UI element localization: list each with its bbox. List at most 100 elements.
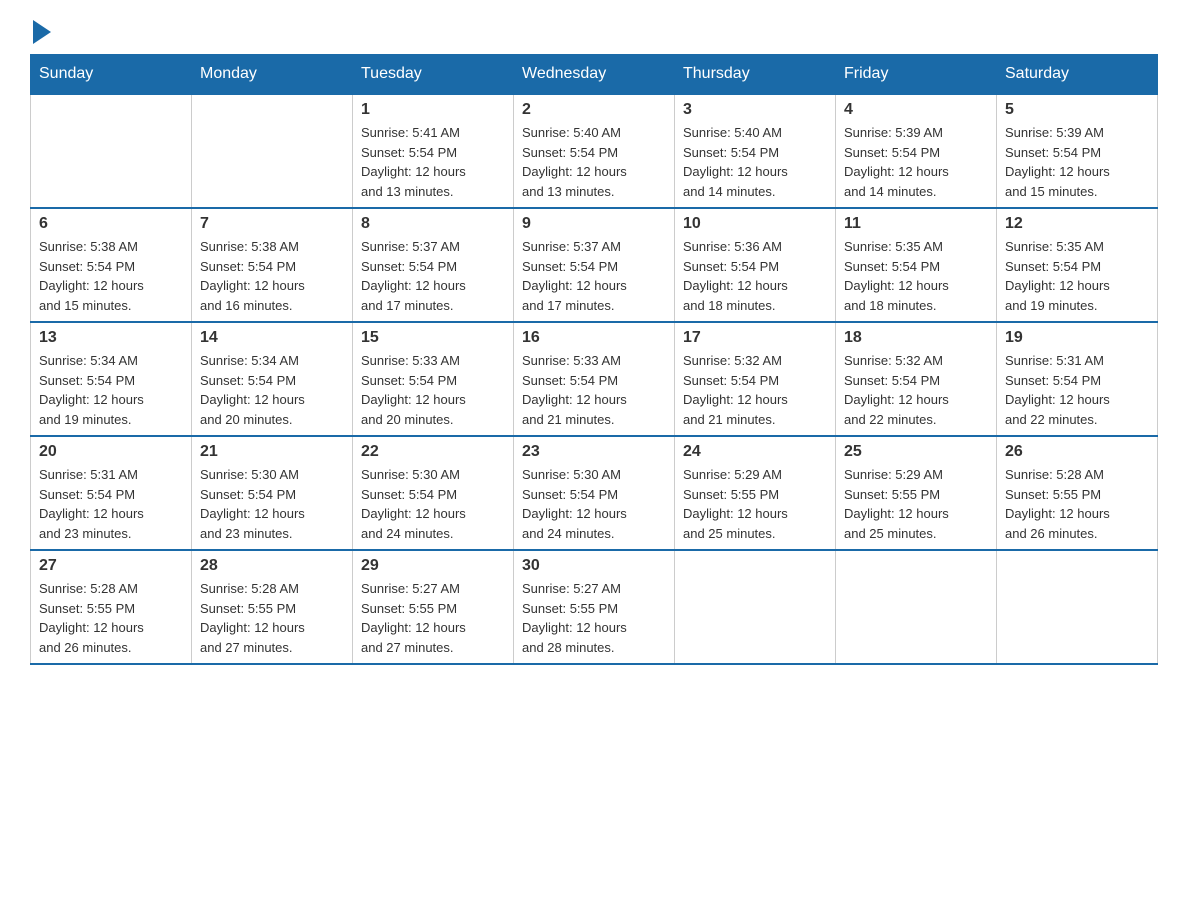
calendar-cell: 26 Sunrise: 5:28 AM Sunset: 5:55 PM Dayli… [997, 436, 1158, 550]
weekday-header-thursday: Thursday [675, 55, 836, 95]
calendar-cell [192, 94, 353, 208]
calendar-cell: 9 Sunrise: 5:37 AM Sunset: 5:54 PM Daylig… [514, 208, 675, 322]
calendar-cell: 23 Sunrise: 5:30 AM Sunset: 5:54 PM Dayli… [514, 436, 675, 550]
day-info: Sunrise: 5:38 AM Sunset: 5:54 PM Dayligh… [39, 237, 183, 315]
calendar-cell: 6 Sunrise: 5:38 AM Sunset: 5:54 PM Daylig… [31, 208, 192, 322]
logo-triangle-icon [33, 20, 51, 44]
calendar-week-row: 6 Sunrise: 5:38 AM Sunset: 5:54 PM Daylig… [31, 208, 1158, 322]
calendar-cell: 16 Sunrise: 5:33 AM Sunset: 5:54 PM Dayli… [514, 322, 675, 436]
day-number: 1 [361, 101, 505, 119]
day-number: 25 [844, 443, 988, 461]
day-number: 16 [522, 329, 666, 347]
day-info: Sunrise: 5:40 AM Sunset: 5:54 PM Dayligh… [683, 123, 827, 201]
day-number: 29 [361, 557, 505, 575]
calendar-cell: 18Sunrise: 5:32 AM Sunset: 5:54 PM Dayli… [836, 322, 997, 436]
day-info: Sunrise: 5:29 AM Sunset: 5:55 PM Dayligh… [683, 465, 827, 543]
day-info: Sunrise: 5:31 AM Sunset: 5:54 PM Dayligh… [1005, 351, 1149, 429]
calendar-cell: 30Sunrise: 5:27 AM Sunset: 5:55 PM Dayli… [514, 550, 675, 664]
calendar-cell: 17Sunrise: 5:32 AM Sunset: 5:54 PM Dayli… [675, 322, 836, 436]
day-number: 8 [361, 215, 505, 233]
day-info: Sunrise: 5:37 AM Sunset: 5:54 PM Dayligh… [522, 237, 666, 315]
day-info: Sunrise: 5:29 AM Sunset: 5:55 PM Dayligh… [844, 465, 988, 543]
calendar-cell [675, 550, 836, 664]
day-number: 4 [844, 101, 988, 119]
calendar-week-row: 1 Sunrise: 5:41 AM Sunset: 5:54 PM Daylig… [31, 94, 1158, 208]
day-number: 5 [1005, 101, 1149, 119]
day-info: Sunrise: 5:31 AM Sunset: 5:54 PM Dayligh… [39, 465, 183, 543]
day-number: 11 [844, 215, 988, 233]
calendar-cell: 4 Sunrise: 5:39 AM Sunset: 5:54 PM Daylig… [836, 94, 997, 208]
day-info: Sunrise: 5:30 AM Sunset: 5:54 PM Dayligh… [361, 465, 505, 543]
day-number: 21 [200, 443, 344, 461]
day-info: Sunrise: 5:35 AM Sunset: 5:54 PM Dayligh… [1005, 237, 1149, 315]
calendar-cell: 27 Sunrise: 5:28 AM Sunset: 5:55 PM Dayli… [31, 550, 192, 664]
calendar-cell [836, 550, 997, 664]
calendar-cell: 3 Sunrise: 5:40 AM Sunset: 5:54 PM Daylig… [675, 94, 836, 208]
calendar-cell: 22 Sunrise: 5:30 AM Sunset: 5:54 PM Dayli… [353, 436, 514, 550]
day-info: Sunrise: 5:37 AM Sunset: 5:54 PM Dayligh… [361, 237, 505, 315]
weekday-header-sunday: Sunday [31, 55, 192, 95]
calendar-cell [997, 550, 1158, 664]
day-info: Sunrise: 5:41 AM Sunset: 5:54 PM Dayligh… [361, 123, 505, 201]
calendar-table: SundayMondayTuesdayWednesdayThursdayFrid… [30, 54, 1158, 665]
day-info: Sunrise: 5:28 AM Sunset: 5:55 PM Dayligh… [39, 579, 183, 657]
calendar-cell: 25 Sunrise: 5:29 AM Sunset: 5:55 PM Dayli… [836, 436, 997, 550]
day-info: Sunrise: 5:30 AM Sunset: 5:54 PM Dayligh… [200, 465, 344, 543]
page-header [30, 20, 1158, 44]
day-info: Sunrise: 5:38 AM Sunset: 5:54 PM Dayligh… [200, 237, 344, 315]
calendar-cell: 14 Sunrise: 5:34 AM Sunset: 5:54 PM Dayli… [192, 322, 353, 436]
weekday-header-row: SundayMondayTuesdayWednesdayThursdayFrid… [31, 55, 1158, 95]
day-number: 2 [522, 101, 666, 119]
day-number: 15 [361, 329, 505, 347]
day-number: 26 [1005, 443, 1149, 461]
day-info: Sunrise: 5:39 AM Sunset: 5:54 PM Dayligh… [844, 123, 988, 201]
day-number: 3 [683, 101, 827, 119]
day-number: 13 [39, 329, 183, 347]
calendar-cell: 28 Sunrise: 5:28 AM Sunset: 5:55 PM Dayli… [192, 550, 353, 664]
day-info: Sunrise: 5:40 AM Sunset: 5:54 PM Dayligh… [522, 123, 666, 201]
day-number: 9 [522, 215, 666, 233]
calendar-cell: 20 Sunrise: 5:31 AM Sunset: 5:54 PM Dayli… [31, 436, 192, 550]
calendar-week-row: 13 Sunrise: 5:34 AM Sunset: 5:54 PM Dayli… [31, 322, 1158, 436]
day-info: Sunrise: 5:33 AM Sunset: 5:54 PM Dayligh… [522, 351, 666, 429]
day-number: 20 [39, 443, 183, 461]
day-number: 18 [844, 329, 988, 347]
day-info: Sunrise: 5:36 AM Sunset: 5:54 PM Dayligh… [683, 237, 827, 315]
day-info: Sunrise: 5:28 AM Sunset: 5:55 PM Dayligh… [1005, 465, 1149, 543]
day-info: Sunrise: 5:34 AM Sunset: 5:54 PM Dayligh… [39, 351, 183, 429]
day-info: Sunrise: 5:30 AM Sunset: 5:54 PM Dayligh… [522, 465, 666, 543]
day-number: 22 [361, 443, 505, 461]
day-info: Sunrise: 5:27 AM Sunset: 5:55 PM Dayligh… [361, 579, 505, 657]
calendar-cell: 29 Sunrise: 5:27 AM Sunset: 5:55 PM Dayli… [353, 550, 514, 664]
weekday-header-tuesday: Tuesday [353, 55, 514, 95]
calendar-cell: 21 Sunrise: 5:30 AM Sunset: 5:54 PM Dayli… [192, 436, 353, 550]
calendar-cell: 19 Sunrise: 5:31 AM Sunset: 5:54 PM Dayli… [997, 322, 1158, 436]
calendar-cell: 11Sunrise: 5:35 AM Sunset: 5:54 PM Dayli… [836, 208, 997, 322]
day-number: 23 [522, 443, 666, 461]
day-number: 24 [683, 443, 827, 461]
day-number: 7 [200, 215, 344, 233]
calendar-week-row: 20 Sunrise: 5:31 AM Sunset: 5:54 PM Dayli… [31, 436, 1158, 550]
weekday-header-saturday: Saturday [997, 55, 1158, 95]
day-number: 19 [1005, 329, 1149, 347]
calendar-cell: 8 Sunrise: 5:37 AM Sunset: 5:54 PM Daylig… [353, 208, 514, 322]
day-number: 17 [683, 329, 827, 347]
calendar-cell: 24 Sunrise: 5:29 AM Sunset: 5:55 PM Dayli… [675, 436, 836, 550]
day-info: Sunrise: 5:34 AM Sunset: 5:54 PM Dayligh… [200, 351, 344, 429]
day-number: 14 [200, 329, 344, 347]
day-number: 30 [522, 557, 666, 575]
calendar-cell: 13 Sunrise: 5:34 AM Sunset: 5:54 PM Dayli… [31, 322, 192, 436]
day-number: 12 [1005, 215, 1149, 233]
logo [30, 20, 51, 44]
day-info: Sunrise: 5:33 AM Sunset: 5:54 PM Dayligh… [361, 351, 505, 429]
day-number: 10 [683, 215, 827, 233]
day-number: 28 [200, 557, 344, 575]
calendar-cell: 10 Sunrise: 5:36 AM Sunset: 5:54 PM Dayli… [675, 208, 836, 322]
day-number: 6 [39, 215, 183, 233]
calendar-cell [31, 94, 192, 208]
calendar-cell: 2 Sunrise: 5:40 AM Sunset: 5:54 PM Daylig… [514, 94, 675, 208]
day-number: 27 [39, 557, 183, 575]
calendar-week-row: 27 Sunrise: 5:28 AM Sunset: 5:55 PM Dayli… [31, 550, 1158, 664]
day-info: Sunrise: 5:28 AM Sunset: 5:55 PM Dayligh… [200, 579, 344, 657]
calendar-cell: 15 Sunrise: 5:33 AM Sunset: 5:54 PM Dayli… [353, 322, 514, 436]
